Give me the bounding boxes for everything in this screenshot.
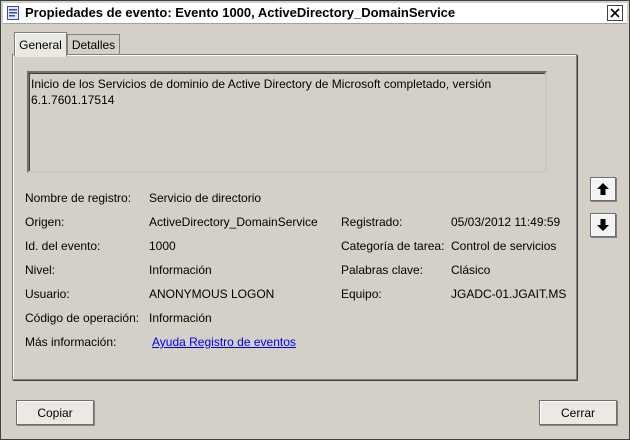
close-window-button[interactable]	[607, 5, 623, 21]
arrow-down-icon	[597, 219, 609, 231]
tab-general[interactable]: General	[14, 32, 67, 57]
event-log-help-link[interactable]: Ayuda Registro de eventos	[152, 335, 296, 349]
computer-label: Equipo:	[341, 287, 382, 301]
arrow-up-icon	[597, 183, 609, 195]
tab-details[interactable]: Detalles	[67, 34, 120, 55]
task-category-value: Control de servicios	[451, 239, 557, 253]
opcode-label: Código de operación:	[25, 311, 140, 325]
logged-value: 05/03/2012 11:49:59	[451, 215, 561, 229]
window-title: Propiedades de evento: Evento 1000, Acti…	[25, 5, 456, 20]
level-value: Información	[149, 263, 212, 277]
copy-button-label: Copiar	[37, 405, 73, 420]
more-info-label: Más información:	[25, 335, 117, 349]
tab-details-label: Detalles	[71, 38, 116, 52]
task-category-label: Categoría de tarea:	[341, 239, 445, 253]
event-id-value: 1000	[149, 239, 176, 253]
level-label: Nivel:	[25, 263, 56, 277]
event-description[interactable]: Inicio de los Servicios de dominio de Ac…	[27, 71, 547, 173]
title-bar: Propiedades de evento: Evento 1000, Acti…	[3, 3, 627, 24]
close-icon	[610, 8, 620, 18]
user-label: Usuario:	[25, 287, 70, 301]
keywords-value: Clásico	[451, 263, 491, 277]
logged-label: Registrado:	[341, 215, 403, 229]
event-properties-window: Propiedades de evento: Evento 1000, Acti…	[0, 0, 630, 440]
event-log-icon	[7, 6, 19, 20]
close-button-label: Cerrar	[560, 405, 595, 420]
next-event-button[interactable]	[590, 213, 616, 237]
user-value: ANONYMOUS LOGON	[149, 287, 275, 301]
log-name-value: Servicio de directorio	[149, 191, 262, 205]
keywords-label: Palabras clave:	[341, 263, 424, 277]
log-name-label: Nombre de registro:	[25, 191, 132, 205]
previous-event-button[interactable]	[590, 177, 616, 201]
tab-general-label: General	[19, 37, 62, 52]
computer-value: JGADC-01.JGAIT.MS	[451, 287, 567, 301]
copy-button[interactable]: Copiar	[16, 400, 94, 425]
close-button[interactable]: Cerrar	[539, 400, 617, 425]
opcode-value: Información	[149, 311, 212, 325]
event-id-label: Id. del evento:	[25, 239, 101, 253]
source-value: ActiveDirectory_DomainService	[149, 215, 318, 229]
source-label: Origen:	[25, 215, 65, 229]
